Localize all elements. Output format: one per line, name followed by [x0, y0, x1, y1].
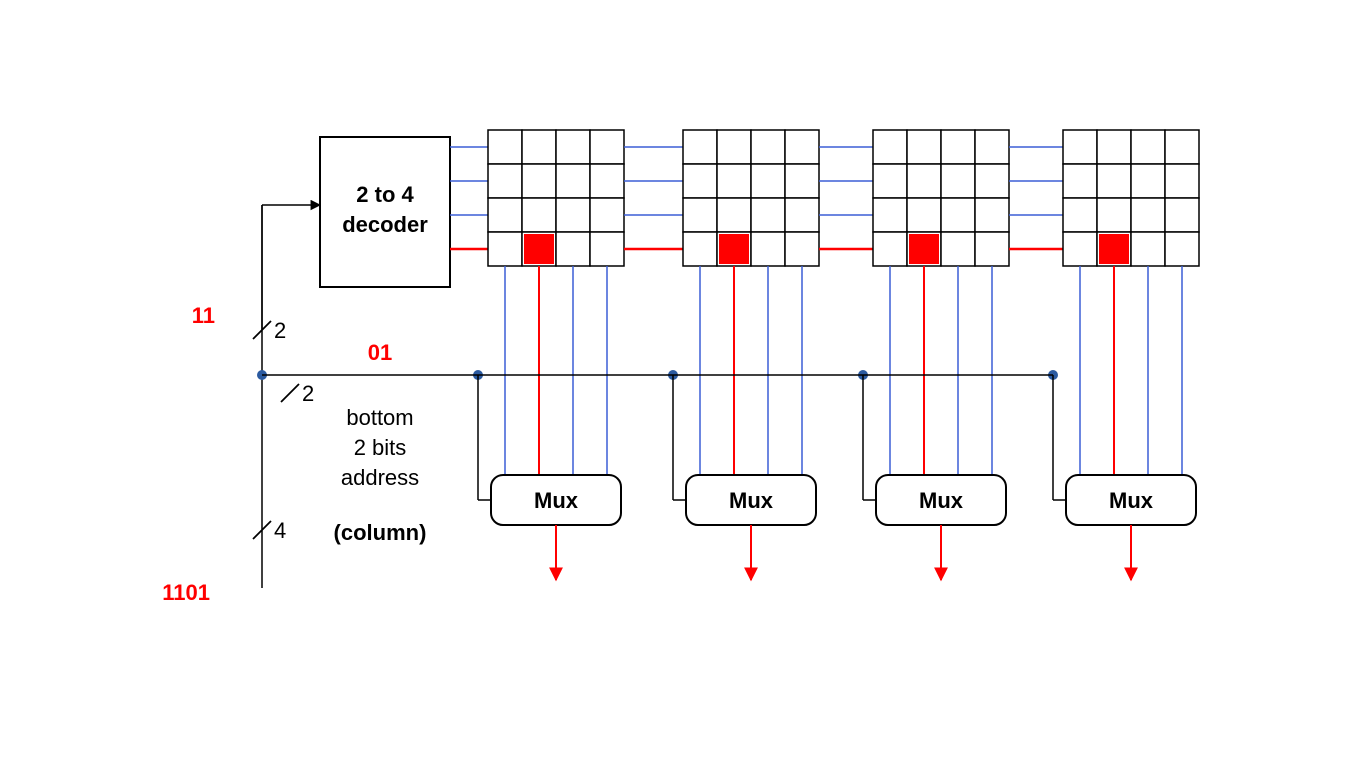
memory-cell: [717, 198, 751, 232]
memory-cell: [785, 232, 819, 266]
memory-cell: [1063, 130, 1097, 164]
memory-cell: [683, 198, 717, 232]
memory-cell: [683, 130, 717, 164]
selected-cell: [524, 234, 554, 264]
memory-cell: [1063, 232, 1097, 266]
memory-cell: [785, 130, 819, 164]
memory-cell: [590, 198, 624, 232]
memory-cell: [556, 164, 590, 198]
memory-cell: [1165, 130, 1199, 164]
row-bits-label: 11: [192, 303, 215, 328]
memory-cell: [751, 130, 785, 164]
memory-cell: [717, 130, 751, 164]
selected-cell: [909, 234, 939, 264]
memory-cell: [488, 130, 522, 164]
memory-cell: [941, 164, 975, 198]
memory-cell: [1097, 130, 1131, 164]
memory-cell: [556, 198, 590, 232]
decoder-label-1: 2 to 4: [356, 182, 414, 207]
memory-cell: [941, 198, 975, 232]
memory-cell: [907, 130, 941, 164]
col-bits-label: 01: [368, 340, 392, 365]
caption-2: 2 bits: [354, 435, 407, 460]
memory-cell: [975, 130, 1009, 164]
bus-width-top: 2: [274, 318, 286, 343]
memory-cell: [751, 198, 785, 232]
memory-cell: [1165, 164, 1199, 198]
memory-cell: [1131, 198, 1165, 232]
memory-cell: [785, 198, 819, 232]
memory-cell: [907, 198, 941, 232]
memory-cell: [873, 232, 907, 266]
bus-width-mid: 2: [302, 381, 314, 406]
caption-4: (column): [334, 520, 427, 545]
memory-cell: [975, 198, 1009, 232]
memory-cell: [488, 232, 522, 266]
memory-cell: [975, 164, 1009, 198]
memory-cell: [590, 130, 624, 164]
memory-cell: [717, 164, 751, 198]
selected-cell: [1099, 234, 1129, 264]
full-address-label: 1101: [162, 580, 210, 605]
memory-cell: [556, 232, 590, 266]
memory-cell: [873, 130, 907, 164]
memory-cell: [1165, 198, 1199, 232]
memory-cell: [522, 198, 556, 232]
memory-cell: [683, 164, 717, 198]
memory-cell: [1131, 164, 1165, 198]
memory-cell: [941, 130, 975, 164]
memory-cell: [488, 198, 522, 232]
mux-label: Mux: [534, 488, 579, 513]
memory-cell: [751, 232, 785, 266]
memory-cell: [488, 164, 522, 198]
memory-cell: [873, 164, 907, 198]
memory-cell: [751, 164, 785, 198]
memory-cell: [683, 232, 717, 266]
memory-cell: [590, 164, 624, 198]
memory-cell: [1097, 164, 1131, 198]
mux-label: Mux: [1109, 488, 1154, 513]
memory-cell: [873, 198, 907, 232]
memory-cell: [975, 232, 1009, 266]
memory-cell: [1063, 164, 1097, 198]
memory-cell: [1131, 130, 1165, 164]
memory-cell: [590, 232, 624, 266]
memory-cell: [907, 164, 941, 198]
selected-cell: [719, 234, 749, 264]
memory-cell: [556, 130, 590, 164]
caption-3: address: [341, 465, 419, 490]
caption-1: bottom: [346, 405, 413, 430]
decoder-label-2: decoder: [342, 212, 428, 237]
bus-slash: [281, 384, 299, 402]
memory-cell: [522, 130, 556, 164]
memory-cell: [941, 232, 975, 266]
bus-width-bot: 4: [274, 518, 286, 543]
memory-cell: [522, 164, 556, 198]
mux-label: Mux: [729, 488, 774, 513]
memory-cell: [1097, 198, 1131, 232]
memory-cell: [1165, 232, 1199, 266]
memory-cell: [1131, 232, 1165, 266]
memory-cell: [1063, 198, 1097, 232]
mux-label: Mux: [919, 488, 964, 513]
memory-cell: [785, 164, 819, 198]
